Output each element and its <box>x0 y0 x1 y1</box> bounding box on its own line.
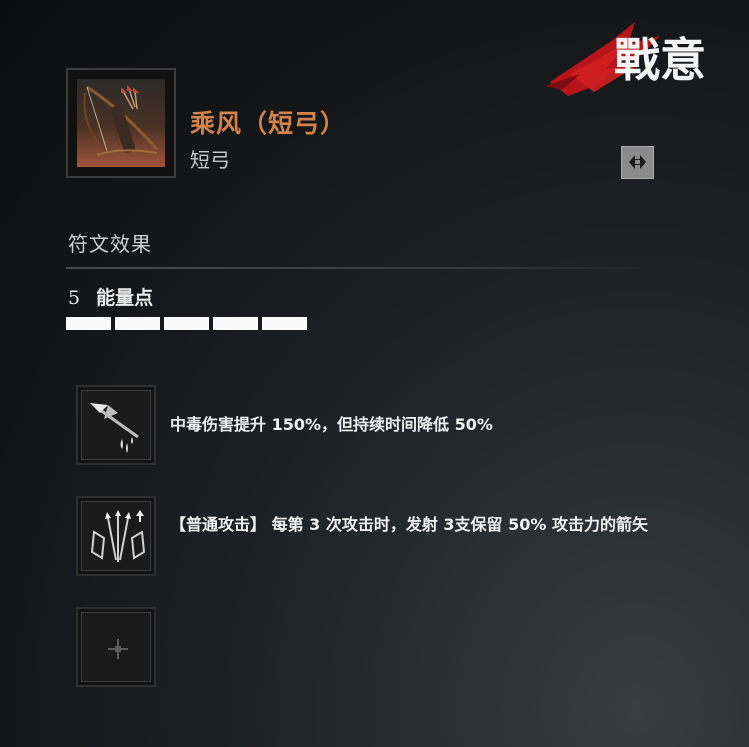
multi-arrow-icon <box>90 510 146 562</box>
rune-2-description: 【普通攻击】 每第 3 次攻击时，发射 3支保留 50% 攻击力的箭矢 <box>170 515 648 534</box>
rune-slot-3-empty[interactable] <box>76 607 156 687</box>
bow-and-quiver-icon <box>77 79 165 167</box>
swap-button[interactable] <box>621 146 654 179</box>
energy-pip <box>213 317 258 330</box>
energy-pip <box>66 317 111 330</box>
energy-pips <box>66 317 307 330</box>
swap-arrows-icon <box>629 155 646 169</box>
energy-pip <box>164 317 209 330</box>
item-name: 乘风（短弓） <box>190 109 347 138</box>
rune-1-description: 中毒伤害提升 150%，但持续时间降低 50% <box>170 415 493 434</box>
game-logo: 戰意 <box>540 14 730 104</box>
item-type: 短弓 <box>190 148 230 172</box>
section-divider <box>66 267 644 269</box>
rune-slot-2[interactable] <box>76 496 156 576</box>
energy-pip <box>262 317 307 330</box>
energy-value: 5 <box>68 287 81 309</box>
rune-section-title: 符文效果 <box>68 232 152 256</box>
svg-text:戰意: 戰意 <box>614 33 706 87</box>
energy-pip <box>115 317 160 330</box>
zhanyi-logo: 戰意 <box>545 22 706 96</box>
energy-label: 能量点 <box>96 287 154 309</box>
empty-slot-plus-icon <box>108 639 128 659</box>
rune-slot-1[interactable] <box>76 385 156 465</box>
poison-arrowhead-icon <box>90 403 139 453</box>
energy-points: 5 能量点 <box>68 283 153 310</box>
item-icon-frame[interactable] <box>66 68 176 178</box>
